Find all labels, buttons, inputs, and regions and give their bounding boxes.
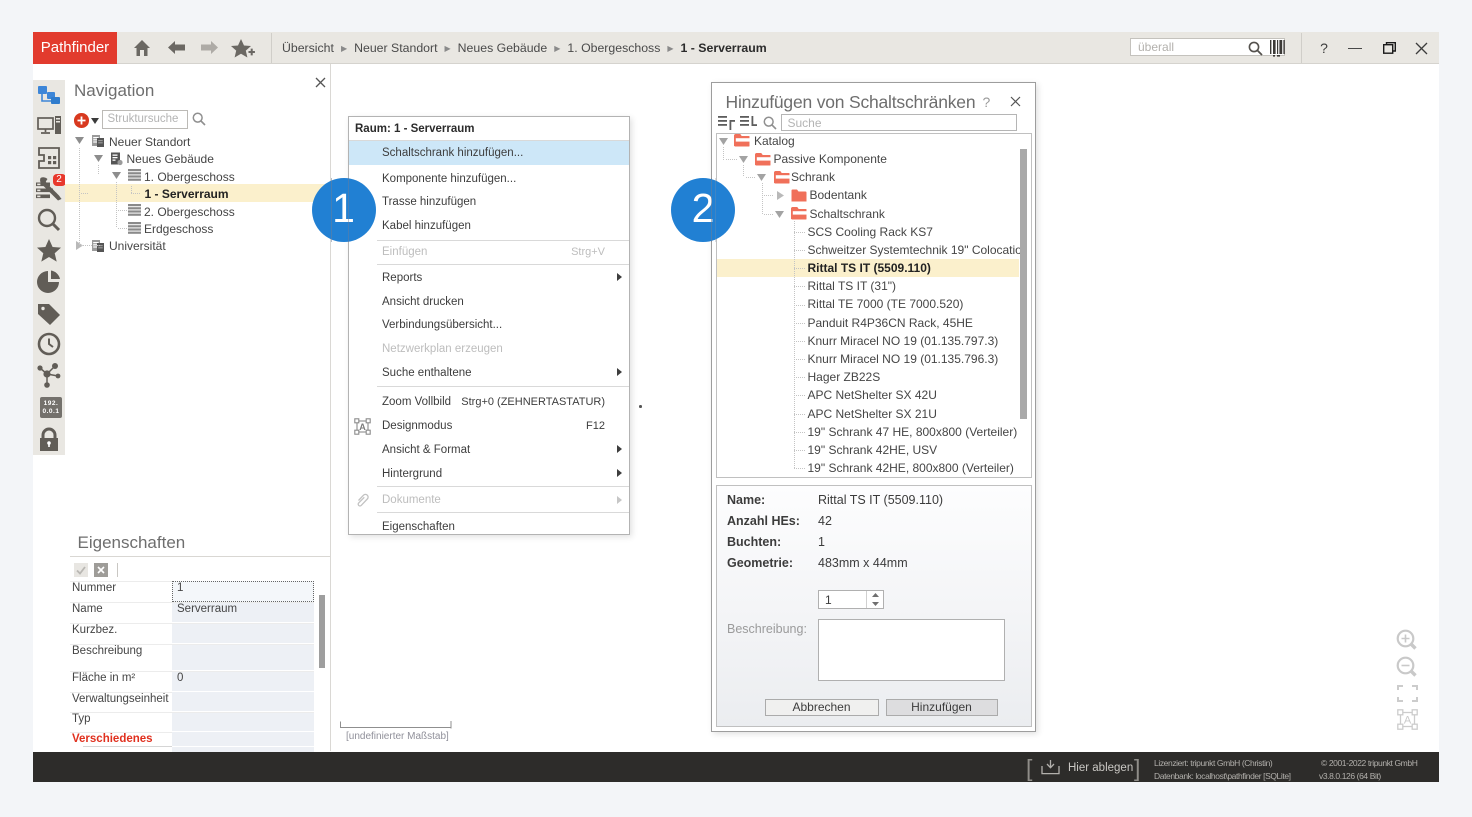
svg-text:A: A <box>1404 715 1412 727</box>
svg-text:A: A <box>359 422 366 432</box>
